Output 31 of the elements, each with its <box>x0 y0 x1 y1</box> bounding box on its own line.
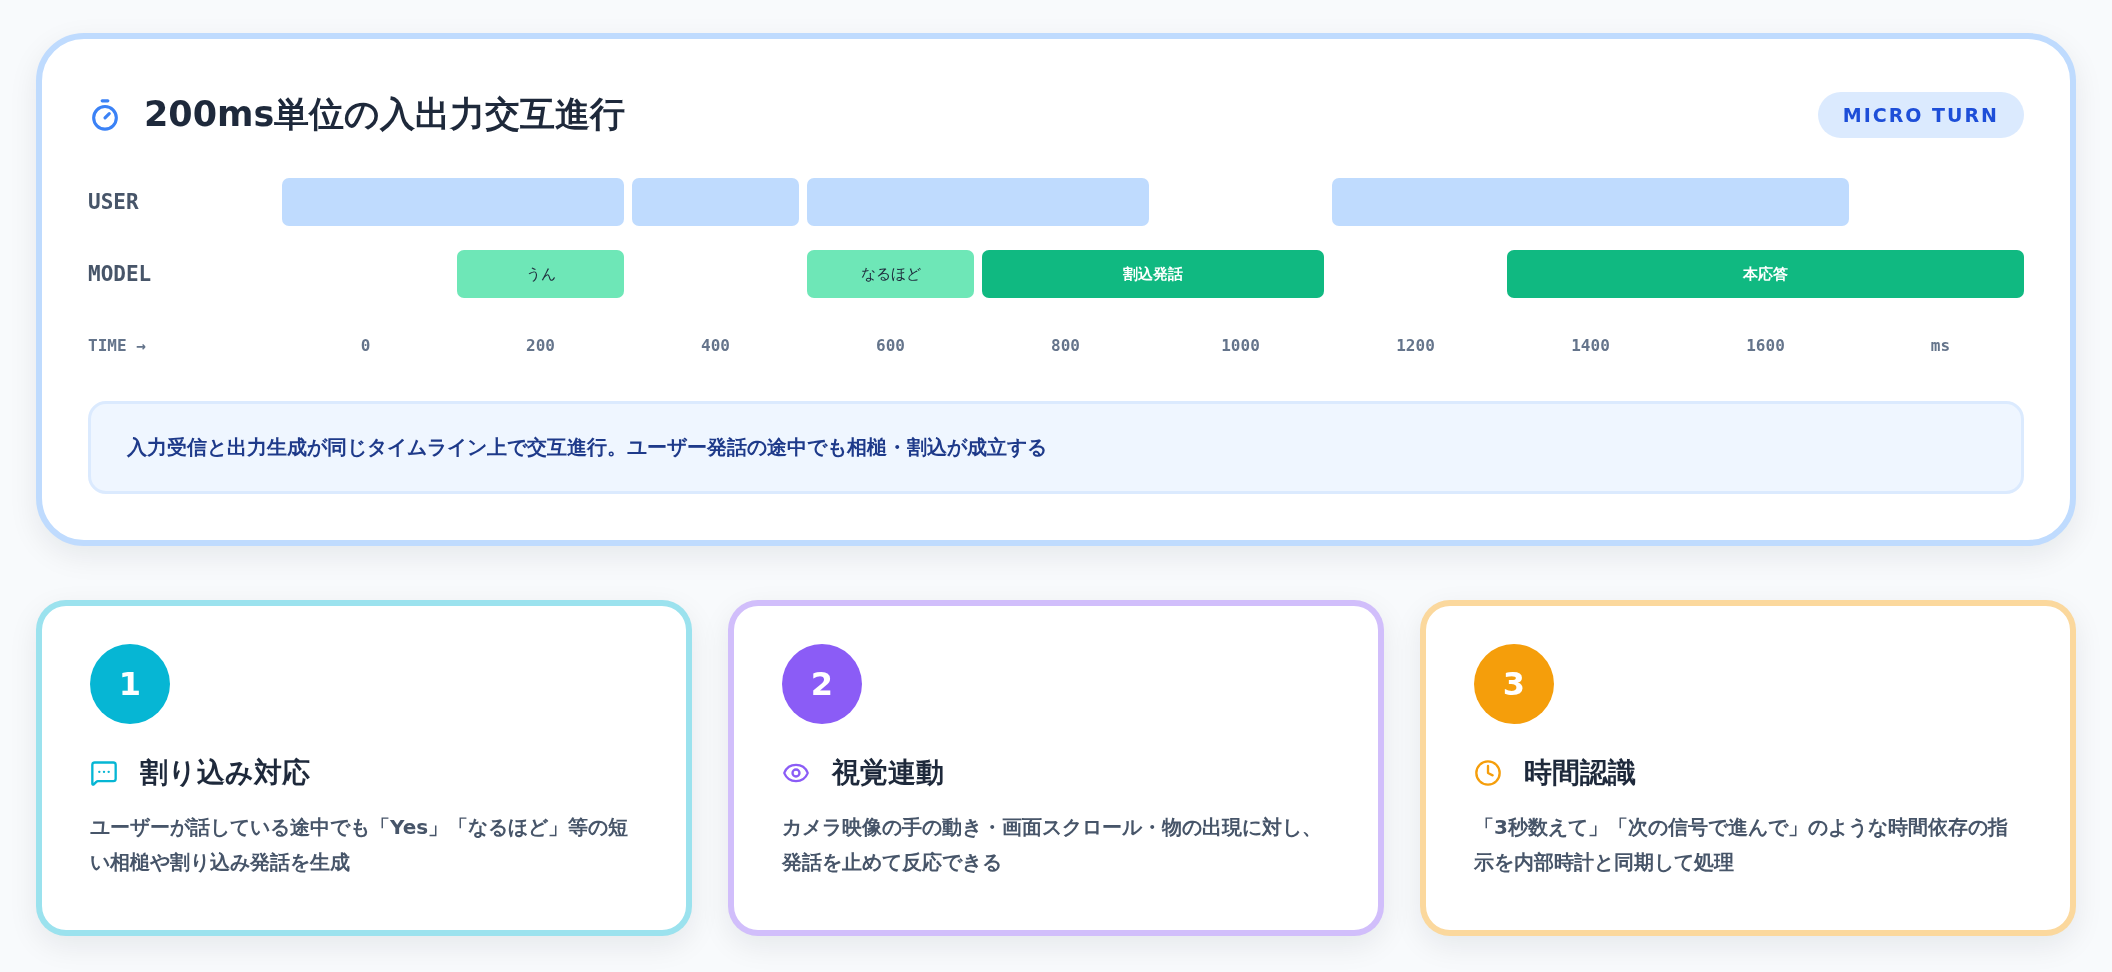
time-tick: 400 <box>700 336 731 355</box>
step-number: 1 <box>90 644 170 724</box>
chat-bubble-icon <box>90 759 118 787</box>
feature-description: 「3秒数えて」「次の信号で進んで」のような時間依存の指示を内部時計と同期して処理 <box>1474 814 2009 876</box>
step-number: 2 <box>782 644 862 724</box>
track-label: USER <box>88 190 140 214</box>
feature-title: 割り込み対応 <box>140 755 310 791</box>
model-output-bar: なるほど <box>807 250 974 298</box>
model-output-bar: うん <box>457 250 624 298</box>
axis-label: TIME → <box>88 336 147 355</box>
time-tick: 0 <box>359 336 372 355</box>
feature-description: ユーザーが話している途中でも「Yes」「なるほど」等の短い相槌や割り込み発話を生成 <box>90 814 630 876</box>
feature-title: 視覚連動 <box>832 755 944 791</box>
card-title: 200ms単位の入出力交互進行 <box>144 93 626 136</box>
time-tick: 1600 <box>1745 336 1786 355</box>
model-output-bar: 本応答 <box>1507 250 2024 298</box>
time-tick: ms <box>1929 336 1952 355</box>
feature-title: 時間認識 <box>1524 755 1636 791</box>
model-output-bar: 割込発話 <box>982 250 1324 298</box>
time-tick: 600 <box>875 336 906 355</box>
info-note: 入力受信と出力生成が同じタイムライン上で交互進行。ユーザー発話の途中でも相槌・割込が成立する <box>88 401 2024 494</box>
time-tick: 200 <box>525 336 556 355</box>
step-number: 3 <box>1474 644 1554 724</box>
time-tick: 1200 <box>1395 336 1436 355</box>
time-tick: 1400 <box>1570 336 1611 355</box>
time-tick: 1000 <box>1220 336 1261 355</box>
micro-turn-badge: MICRO TURN <box>1817 91 2024 138</box>
track-label: MODEL <box>88 262 153 286</box>
clock-icon <box>1474 759 1502 787</box>
feature-description: カメラ映像の手の動き・画面スクロール・物の出現に対し、発話を止めて反応できる <box>782 814 1323 876</box>
time-tick: 800 <box>1050 336 1081 355</box>
